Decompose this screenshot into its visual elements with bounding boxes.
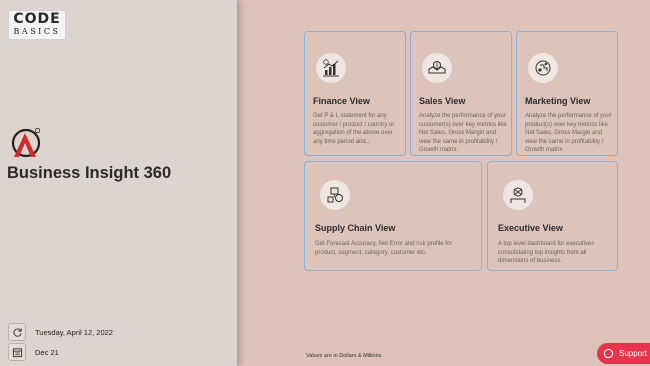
supply-chain-icon — [320, 180, 350, 210]
executive-view-card[interactable]: Executive View A top level dashboard for… — [487, 161, 618, 271]
sales-icon — [422, 53, 452, 83]
card-description: Get Forecast Accuracy, Net Error and ris… — [315, 241, 453, 256]
support-button[interactable]: Support — [597, 343, 650, 364]
sidebar: CODE BASICS Business Insight 360 Tuesday… — [0, 0, 237, 366]
atliq-brand-icon — [11, 127, 41, 158]
sales-view-card[interactable]: Sales View Analyze the performance of yo… — [410, 31, 512, 156]
card-description: Analyze the performance of your product(… — [525, 113, 612, 154]
executive-icon — [503, 180, 533, 210]
support-chat-icon — [603, 348, 614, 359]
units-footnote: Values are in Dollars & Millions — [306, 353, 382, 359]
marketing-view-card[interactable]: Marketing View Analyze the performance o… — [516, 31, 618, 156]
supply-chain-view-card[interactable]: Supply Chain View Get Forecast Accuracy,… — [304, 161, 482, 271]
card-description: A top level dashboard for executives con… — [498, 241, 595, 265]
logo-line2: BASICS — [13, 27, 61, 36]
card-title: Sales View — [419, 96, 466, 106]
calendar-data-icon[interactable] — [8, 343, 26, 361]
data-upto-date: Dec 21 — [35, 347, 59, 357]
refresh-icon[interactable] — [8, 323, 26, 341]
finance-view-card[interactable]: Finance View Get P & L statement for any… — [304, 31, 406, 156]
refresh-date-row: Tuesday, April 12, 2022 — [8, 323, 113, 341]
card-title: Supply Chain View — [315, 223, 396, 233]
codebasics-logo: CODE BASICS — [8, 10, 66, 40]
logo-line1: CODE — [13, 11, 61, 27]
support-label: Support — [619, 349, 648, 358]
finance-chart-icon — [316, 53, 346, 83]
card-title: Executive View — [498, 223, 563, 233]
marketing-icon — [528, 53, 558, 83]
card-title: Finance View — [313, 96, 370, 106]
card-description: Get P & L statement for any customer / p… — [313, 113, 395, 145]
refresh-date: Tuesday, April 12, 2022 — [35, 327, 113, 337]
card-title: Marketing View — [525, 96, 591, 106]
data-upto-row: Dec 21 — [8, 343, 59, 361]
app-title: Business Insight 360 — [7, 164, 172, 182]
card-description: Analyze the performance of your customer… — [419, 113, 507, 154]
